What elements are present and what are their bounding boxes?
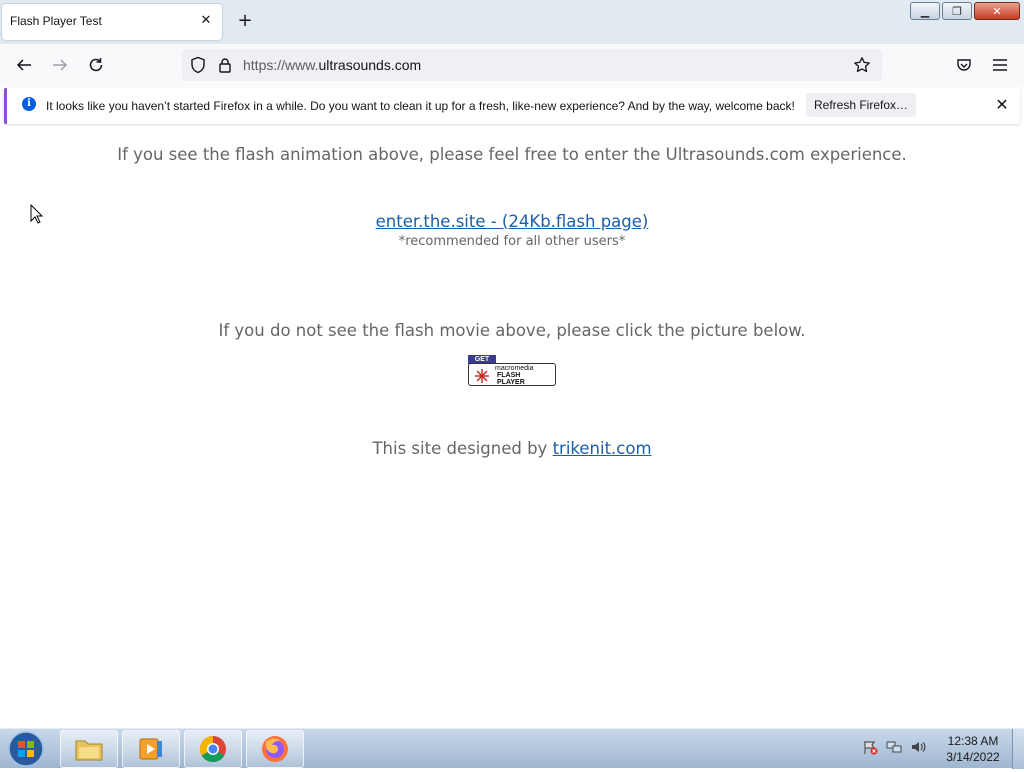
- no-flash-text: If you do not see the flash movie above,…: [218, 321, 806, 340]
- restore-icon: ❐: [952, 4, 962, 18]
- address-bar[interactable]: https://www.ultrasounds.com: [182, 49, 882, 81]
- bookmark-star-icon[interactable]: [852, 55, 872, 75]
- flash-logo-icon: [475, 369, 489, 383]
- pocket-button[interactable]: [954, 55, 974, 75]
- taskbar-firefox[interactable]: [246, 730, 304, 768]
- windows-taskbar: 12:38 AM 3/14/2022: [0, 728, 1024, 769]
- clock-time: 12:38 AM: [947, 734, 999, 748]
- taskbar-chrome[interactable]: [184, 730, 242, 768]
- restore-button[interactable]: ❐: [942, 2, 972, 20]
- taskbar-media-player[interactable]: [122, 730, 180, 768]
- folder-icon: [75, 740, 103, 761]
- badge-brand: macromedia: [495, 365, 534, 372]
- reload-icon: [89, 58, 103, 72]
- intro-text: If you see the flash animation above, pl…: [117, 145, 907, 164]
- refresh-firefox-notification: i It looks like you haven’t started Fire…: [4, 88, 1020, 124]
- refresh-firefox-button[interactable]: Refresh Firefox…: [806, 93, 916, 117]
- url-domain: ultrasounds.com: [318, 57, 422, 73]
- reload-button[interactable]: [86, 55, 106, 75]
- credit-line: This site designed by trikenit.com: [0, 439, 1024, 458]
- new-tab-button[interactable]: +: [235, 11, 255, 31]
- navigation-toolbar: https://www.ultrasounds.com: [0, 44, 1024, 86]
- badge-box: macromedia FLASH PLAYER: [468, 363, 556, 386]
- tab-strip: Flash Player Test ✕ + ▁ ❐ ✕: [0, 0, 1024, 44]
- window-controls: ▁ ❐ ✕: [910, 2, 1020, 21]
- start-button[interactable]: [6, 730, 46, 768]
- tracking-protection-icon[interactable]: [188, 55, 208, 75]
- badge-line1: FLASH: [497, 372, 521, 379]
- forward-button[interactable]: [50, 55, 70, 75]
- minimize-button[interactable]: ▁: [910, 2, 940, 20]
- action-center-flag-icon[interactable]: [862, 739, 878, 755]
- close-window-button[interactable]: ✕: [974, 2, 1020, 20]
- badge-line2: PLAYER: [497, 379, 525, 386]
- taskbar-clock[interactable]: 12:38 AM 3/14/2022: [940, 733, 1006, 765]
- show-desktop-button[interactable]: [1012, 729, 1024, 769]
- back-arrow-icon: [16, 59, 31, 71]
- tab-flash-player-test[interactable]: Flash Player Test ✕: [2, 4, 222, 40]
- firefox-icon: [262, 736, 288, 762]
- enter-link-row: enter.the.site - (24Kb.flash page): [0, 212, 1024, 231]
- taskbar-file-explorer[interactable]: [60, 730, 118, 768]
- notification-message: It looks like you haven’t started Firefo…: [46, 99, 795, 113]
- media-player-icon: [139, 738, 162, 760]
- app-menu-button[interactable]: [990, 55, 1010, 75]
- minimize-icon: ▁: [920, 4, 930, 18]
- recommended-note: *recommended for all other users*: [398, 234, 626, 249]
- system-tray: [862, 739, 926, 755]
- lock-icon[interactable]: [215, 55, 235, 75]
- clock-date: 3/14/2022: [946, 750, 1000, 764]
- forward-arrow-icon: [53, 59, 68, 71]
- url-prefix: https://www.: [243, 57, 319, 73]
- chrome-icon: [199, 735, 226, 763]
- windows-logo-icon: [8, 731, 44, 767]
- badge-product: FLASH PLAYER: [497, 372, 525, 386]
- back-button[interactable]: [14, 55, 34, 75]
- tab-title: Flash Player Test: [10, 14, 102, 28]
- notification-close-icon[interactable]: ✕: [993, 96, 1011, 114]
- page-content: If you see the flash animation above, pl…: [0, 126, 1024, 728]
- volume-icon[interactable]: [910, 739, 926, 755]
- info-icon: i: [22, 97, 36, 111]
- credit-prefix: This site designed by: [372, 439, 553, 458]
- mouse-cursor-icon: [30, 204, 44, 224]
- network-icon[interactable]: [886, 739, 902, 755]
- get-flash-player-badge[interactable]: GET macromedia FLASH PLAYER: [468, 355, 556, 386]
- credit-link[interactable]: trikenit.com: [553, 439, 652, 458]
- tab-close-icon[interactable]: ✕: [198, 13, 214, 29]
- close-window-icon: ✕: [992, 4, 1002, 18]
- hamburger-menu-icon: [993, 59, 1007, 71]
- url-text[interactable]: https://www.ultrasounds.com: [243, 57, 421, 73]
- pocket-icon: [957, 59, 971, 71]
- enter-site-link[interactable]: enter.the.site - (24Kb.flash page): [376, 212, 649, 231]
